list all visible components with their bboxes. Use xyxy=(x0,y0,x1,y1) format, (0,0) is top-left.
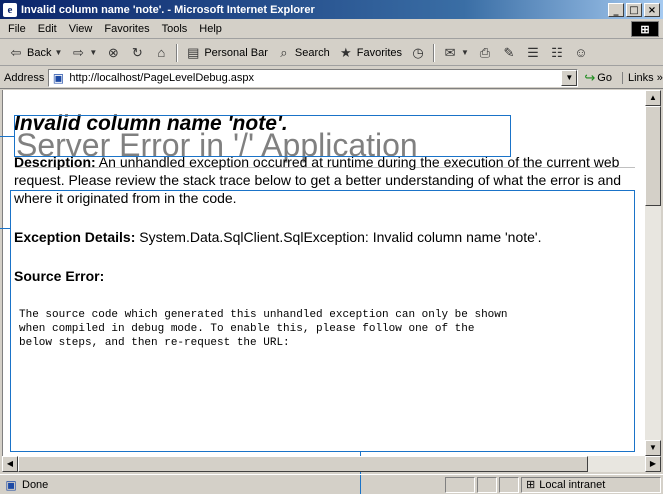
back-button[interactable]: ⇦ Back ▼ xyxy=(4,45,66,61)
favorites-button[interactable]: ★ Favorites xyxy=(334,45,406,61)
windows-logo-icon: ⊞ xyxy=(631,21,659,37)
toolbar-separator xyxy=(176,43,179,62)
print-icon: ⎙ xyxy=(479,44,491,60)
address-label: Address xyxy=(4,71,45,84)
status-text: Done xyxy=(22,478,49,491)
minimize-button[interactable]: _ xyxy=(608,2,624,17)
print-button[interactable]: ⎙ xyxy=(473,45,497,61)
page-icon: ▣ xyxy=(52,70,65,85)
go-button[interactable]: ↪ Go xyxy=(584,70,612,86)
favorites-icon: ★ xyxy=(339,44,352,60)
links-button[interactable]: Links » xyxy=(621,71,663,84)
menu-help[interactable]: Help xyxy=(193,23,228,35)
discuss-icon: ☰ xyxy=(527,44,539,60)
description-label: Description: xyxy=(14,154,96,170)
stop-icon: ⊗ xyxy=(107,44,119,60)
research-button[interactable]: ☷ xyxy=(545,45,569,61)
mail-button[interactable]: ✉ ▼ xyxy=(438,45,473,61)
error-heading: Invalid column name 'note'. xyxy=(14,112,288,135)
address-bar: Address ▣ http://localhost/PageLevelDebu… xyxy=(0,67,663,89)
history-button[interactable]: ◷ xyxy=(406,45,430,61)
go-label: Go xyxy=(597,71,612,84)
favorites-label: Favorites xyxy=(356,46,403,59)
description-text: An unhandled exception occurred at runti… xyxy=(14,154,622,206)
personal-bar-icon: ▤ xyxy=(187,44,200,60)
history-icon: ◷ xyxy=(412,44,424,60)
intranet-icon: ⊞ xyxy=(526,479,536,491)
menu-bar: File Edit View Favorites Tools Help ⊞ xyxy=(0,19,663,39)
menu-favorites[interactable]: Favorites xyxy=(98,23,155,35)
status-bar: ▣ Done ⊞ Local intranet xyxy=(0,474,663,494)
ie-app-icon[interactable]: e xyxy=(3,2,17,17)
page-done-icon: ▣ xyxy=(5,477,17,492)
personal-bar-button[interactable]: ▤ Personal Bar xyxy=(181,45,272,61)
title-bar: e Invalid column name 'note'. - Microsof… xyxy=(0,0,663,19)
mail-icon: ✉ xyxy=(444,44,456,60)
search-icon: ⌕ xyxy=(280,44,288,60)
scroll-right-button[interactable]: ▶ xyxy=(645,456,661,472)
search-label: Search xyxy=(294,46,330,59)
vertical-scrollbar[interactable]: ▲ ▼ xyxy=(645,90,661,456)
horizontal-scroll-thumb[interactable] xyxy=(18,456,588,472)
address-url[interactable]: http://localhost/PageLevelDebug.aspx xyxy=(69,72,254,84)
status-cell xyxy=(499,476,519,493)
horizontal-scrollbar[interactable]: ◀ ▶ xyxy=(2,456,661,472)
messenger-button[interactable]: ☺ xyxy=(569,45,593,61)
address-dropdown-icon[interactable]: ▼ xyxy=(561,69,578,86)
edit-icon: ✎ xyxy=(503,44,515,60)
forward-arrow-icon: ⇨ xyxy=(72,44,84,60)
exception-label: Exception Details: xyxy=(14,229,136,245)
research-icon: ☷ xyxy=(551,44,563,60)
body-callout-leader-left xyxy=(0,228,10,229)
refresh-button[interactable]: ↻ xyxy=(125,45,149,61)
menu-edit[interactable]: Edit xyxy=(32,23,63,35)
search-button[interactable]: ⌕ Search xyxy=(272,45,334,61)
scroll-down-button[interactable]: ▼ xyxy=(645,440,661,456)
back-dropdown-icon[interactable]: ▼ xyxy=(54,48,62,57)
menu-view[interactable]: View xyxy=(63,23,99,35)
standard-toolbar: ⇦ Back ▼ ⇨ ▼ ⊗ ↻ ⌂ ▤ Personal Bar ⌕ Sear… xyxy=(0,40,663,66)
forward-dropdown-icon[interactable]: ▼ xyxy=(89,48,97,57)
back-arrow-icon: ⇦ xyxy=(10,44,22,60)
menu-tools[interactable]: Tools xyxy=(156,23,194,35)
exception-details-paragraph: Exception Details: System.Data.SqlClient… xyxy=(14,228,634,246)
stop-button[interactable]: ⊗ xyxy=(101,45,125,61)
address-input[interactable]: ▣ http://localhost/PageLevelDebug.aspx ▼ xyxy=(48,68,579,87)
security-zone: ⊞ Local intranet xyxy=(521,476,661,493)
refresh-icon: ↻ xyxy=(131,44,143,60)
source-error-label: Source Error: xyxy=(14,268,105,284)
scroll-up-button[interactable]: ▲ xyxy=(645,90,661,106)
menu-file[interactable]: File xyxy=(0,23,32,35)
exception-text: System.Data.SqlClient.SqlException: Inva… xyxy=(135,229,542,245)
home-button[interactable]: ⌂ xyxy=(149,45,173,61)
title-callout-leader xyxy=(0,136,14,137)
personal-bar-label: Personal Bar xyxy=(204,46,268,59)
window-controls: _ □ × xyxy=(608,2,660,17)
zone-label: Local intranet xyxy=(539,478,606,491)
source-code-block: The source code which generated this unh… xyxy=(19,309,508,349)
description-paragraph: Description: An unhandled exception occu… xyxy=(14,153,634,207)
scroll-left-button[interactable]: ◀ xyxy=(2,456,18,472)
close-button[interactable]: × xyxy=(644,2,660,17)
forward-button[interactable]: ⇨ ▼ xyxy=(66,45,101,61)
window-title: Invalid column name 'note'. - Microsoft … xyxy=(21,3,315,16)
maximize-button[interactable]: □ xyxy=(626,2,642,17)
home-icon: ⌂ xyxy=(157,45,166,60)
status-cell xyxy=(445,476,475,493)
toolbar-separator xyxy=(433,43,436,62)
discuss-button[interactable]: ☰ xyxy=(521,45,545,61)
mail-dropdown-icon[interactable]: ▼ xyxy=(461,48,469,57)
messenger-icon: ☺ xyxy=(574,45,588,60)
back-label: Back xyxy=(27,46,52,59)
vertical-scroll-thumb[interactable] xyxy=(645,106,661,206)
status-cell xyxy=(477,476,497,493)
go-arrow-icon: ↪ xyxy=(584,69,596,85)
edit-button[interactable]: ✎ xyxy=(497,45,521,61)
browser-window: e Invalid column name 'note'. - Microsof… xyxy=(0,0,663,494)
